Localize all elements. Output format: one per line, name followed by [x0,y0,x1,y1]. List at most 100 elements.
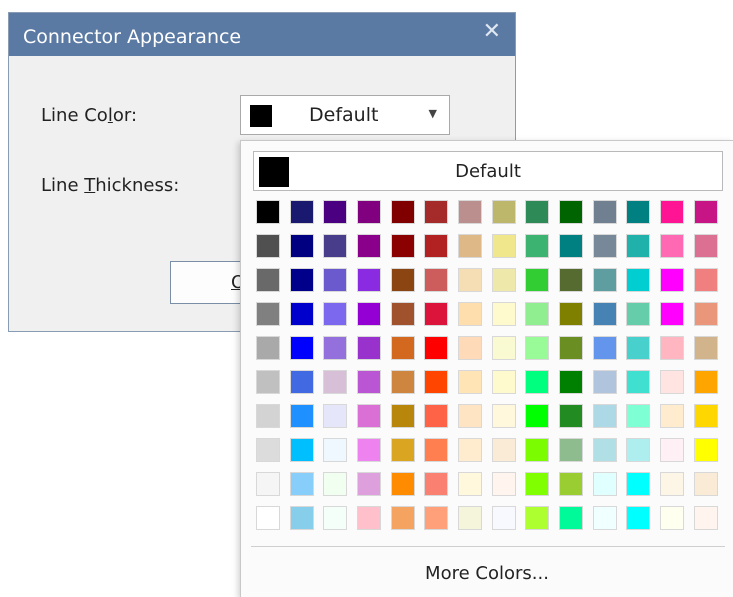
color-swatch-cell[interactable] [689,501,723,535]
color-swatch-cell[interactable] [453,229,487,263]
color-swatch-cell[interactable] [419,467,453,501]
color-swatch-cell[interactable] [318,365,352,399]
color-swatch-cell[interactable] [554,297,588,331]
color-swatch-cell[interactable] [622,365,656,399]
color-swatch-cell[interactable] [655,331,689,365]
color-swatch-cell[interactable] [521,331,555,365]
color-swatch-cell[interactable] [622,399,656,433]
color-swatch-cell[interactable] [352,501,386,535]
color-swatch-cell[interactable] [318,501,352,535]
color-swatch-cell[interactable] [588,229,622,263]
color-swatch-cell[interactable] [453,365,487,399]
color-swatch-cell[interactable] [689,263,723,297]
color-swatch-cell[interactable] [655,501,689,535]
color-swatch-cell[interactable] [655,365,689,399]
color-swatch-cell[interactable] [521,501,555,535]
color-swatch-cell[interactable] [251,195,285,229]
color-swatch-cell[interactable] [386,195,420,229]
color-swatch-cell[interactable] [419,399,453,433]
color-swatch-cell[interactable] [622,467,656,501]
color-swatch-cell[interactable] [622,195,656,229]
color-swatch-cell[interactable] [689,229,723,263]
color-swatch-cell[interactable] [588,297,622,331]
color-swatch-cell[interactable] [318,331,352,365]
color-swatch-cell[interactable] [251,297,285,331]
color-swatch-cell[interactable] [251,467,285,501]
color-swatch-cell[interactable] [318,195,352,229]
color-swatch-cell[interactable] [251,365,285,399]
color-swatch-cell[interactable] [386,331,420,365]
color-swatch-cell[interactable] [251,229,285,263]
color-swatch-cell[interactable] [521,365,555,399]
color-swatch-cell[interactable] [285,297,319,331]
color-swatch-cell[interactable] [352,365,386,399]
color-swatch-cell[interactable] [588,501,622,535]
color-swatch-cell[interactable] [453,263,487,297]
color-swatch-cell[interactable] [285,399,319,433]
color-swatch-cell[interactable] [622,263,656,297]
color-swatch-cell[interactable] [689,365,723,399]
color-swatch-cell[interactable] [588,263,622,297]
color-swatch-cell[interactable] [622,501,656,535]
color-swatch-cell[interactable] [554,433,588,467]
color-swatch-cell[interactable] [386,365,420,399]
color-swatch-cell[interactable] [487,365,521,399]
color-swatch-cell[interactable] [352,195,386,229]
color-swatch-cell[interactable] [554,501,588,535]
color-swatch-cell[interactable] [352,229,386,263]
color-swatch-cell[interactable] [689,399,723,433]
color-swatch-cell[interactable] [419,263,453,297]
color-swatch-cell[interactable] [588,365,622,399]
color-swatch-cell[interactable] [521,195,555,229]
color-swatch-cell[interactable] [487,433,521,467]
color-swatch-cell[interactable] [655,467,689,501]
color-swatch-cell[interactable] [655,297,689,331]
color-swatch-cell[interactable] [285,467,319,501]
color-swatch-cell[interactable] [285,229,319,263]
color-swatch-cell[interactable] [487,467,521,501]
color-swatch-cell[interactable] [487,297,521,331]
color-swatch-cell[interactable] [386,433,420,467]
color-swatch-cell[interactable] [689,331,723,365]
color-swatch-cell[interactable] [318,229,352,263]
color-swatch-cell[interactable] [622,297,656,331]
color-swatch-cell[interactable] [251,263,285,297]
color-swatch-cell[interactable] [419,501,453,535]
color-swatch-cell[interactable] [251,433,285,467]
color-swatch-cell[interactable] [554,229,588,263]
color-swatch-cell[interactable] [386,501,420,535]
color-swatch-cell[interactable] [487,229,521,263]
line-color-dropdown[interactable]: Default ▼ [240,95,450,135]
color-swatch-cell[interactable] [521,433,555,467]
color-swatch-cell[interactable] [386,263,420,297]
color-swatch-cell[interactable] [487,263,521,297]
color-swatch-cell[interactable] [588,195,622,229]
color-swatch-cell[interactable] [251,399,285,433]
color-swatch-cell[interactable] [554,467,588,501]
color-swatch-cell[interactable] [453,331,487,365]
color-swatch-cell[interactable] [622,331,656,365]
more-colors-button[interactable]: More Colors... [241,563,733,584]
color-swatch-cell[interactable] [521,467,555,501]
color-swatch-cell[interactable] [487,331,521,365]
color-swatch-cell[interactable] [453,501,487,535]
color-swatch-cell[interactable] [386,467,420,501]
color-swatch-cell[interactable] [318,297,352,331]
color-swatch-cell[interactable] [588,433,622,467]
color-swatch-cell[interactable] [386,297,420,331]
color-swatch-cell[interactable] [453,297,487,331]
color-swatch-cell[interactable] [588,399,622,433]
color-swatch-cell[interactable] [487,399,521,433]
color-swatch-cell[interactable] [588,331,622,365]
color-swatch-cell[interactable] [554,263,588,297]
color-swatch-cell[interactable] [622,229,656,263]
default-color-button[interactable]: Default [253,151,723,191]
color-swatch-cell[interactable] [419,195,453,229]
color-swatch-cell[interactable] [521,263,555,297]
color-swatch-cell[interactable] [655,399,689,433]
color-swatch-cell[interactable] [251,501,285,535]
color-swatch-cell[interactable] [554,331,588,365]
color-swatch-cell[interactable] [554,195,588,229]
color-swatch-cell[interactable] [655,263,689,297]
color-swatch-cell[interactable] [318,263,352,297]
